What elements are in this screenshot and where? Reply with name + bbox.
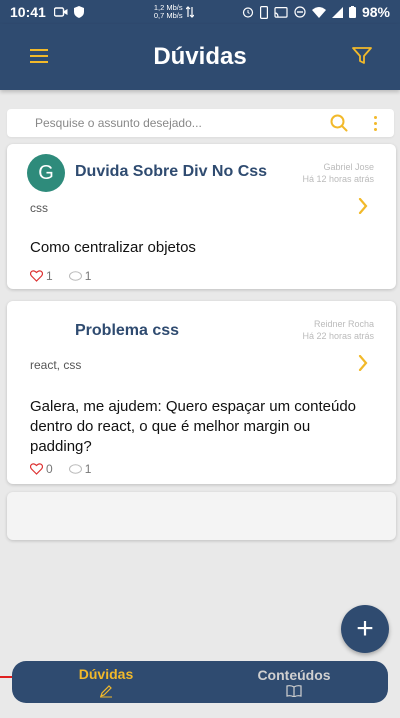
comment-count: 1 bbox=[84, 269, 92, 283]
bottom-navigation: Dúvidas Conteúdos bbox=[12, 661, 388, 703]
wifi-icon bbox=[311, 6, 326, 18]
question-stats: 1 1 bbox=[30, 269, 107, 283]
add-question-button[interactable]: + bbox=[341, 605, 389, 653]
placeholder-card bbox=[7, 492, 396, 540]
comment-icon[interactable] bbox=[68, 463, 82, 475]
comment-icon[interactable] bbox=[68, 270, 82, 282]
battery-percentage: 98% bbox=[361, 4, 390, 20]
question-body: Como centralizar objetos bbox=[30, 239, 196, 256]
search-input[interactable]: Pesquise o assunto desejado... bbox=[35, 116, 202, 130]
pencil-icon bbox=[100, 685, 112, 698]
question-card[interactable]: Problema css Reidner Rocha Há 22 horas a… bbox=[7, 301, 396, 484]
search-bar[interactable]: Pesquise o assunto desejado... bbox=[7, 109, 394, 137]
comment-count: 1 bbox=[84, 462, 92, 476]
avatar: G bbox=[27, 154, 65, 192]
heart-icon[interactable] bbox=[30, 463, 43, 475]
video-icon bbox=[53, 7, 68, 17]
question-card[interactable]: G Duvida Sobre Div No Css Gabriel Jose H… bbox=[7, 144, 396, 289]
alarm-icon bbox=[242, 7, 254, 18]
network-speed: 1,2 Mb/s 0,7 Mb/s bbox=[153, 3, 183, 20]
book-icon bbox=[286, 685, 302, 697]
chevron-right-icon[interactable] bbox=[358, 198, 368, 214]
phone-icon bbox=[259, 5, 268, 19]
search-icon[interactable] bbox=[330, 114, 348, 132]
question-stats: 0 1 bbox=[30, 462, 107, 476]
question-author: Gabriel Jose bbox=[323, 162, 374, 172]
filter-icon[interactable] bbox=[352, 47, 372, 65]
question-title: Duvida Sobre Div No Css bbox=[75, 163, 268, 180]
battery-icon bbox=[348, 6, 356, 18]
question-author: Reidner Rocha bbox=[313, 319, 374, 329]
question-tags: react, css bbox=[30, 358, 82, 372]
nav-item-duvidas[interactable]: Dúvidas bbox=[12, 661, 200, 703]
shield-icon bbox=[73, 6, 84, 18]
question-title: Problema css bbox=[75, 322, 180, 339]
menu-icon[interactable] bbox=[30, 49, 48, 67]
transfer-arrows-icon bbox=[185, 6, 194, 18]
question-time: Há 12 horas atrás bbox=[302, 174, 374, 184]
app-bar: Dúvidas bbox=[0, 24, 400, 90]
nav-item-label: Dúvidas bbox=[78, 666, 134, 682]
question-tags: css bbox=[30, 201, 48, 215]
signal-icon bbox=[331, 6, 343, 18]
cast-icon bbox=[274, 6, 288, 18]
like-count: 1 bbox=[46, 269, 53, 283]
status-time: 10:41 bbox=[10, 4, 46, 20]
heart-icon[interactable] bbox=[30, 270, 43, 282]
question-time: Há 22 horas atrás bbox=[302, 331, 374, 341]
like-count: 0 bbox=[46, 462, 53, 476]
more-options-icon[interactable] bbox=[374, 116, 377, 131]
do-not-disturb-icon bbox=[294, 6, 306, 18]
status-bar: 10:41 1,2 Mb/s 0,7 Mb/s 98% bbox=[0, 0, 400, 24]
question-body: Galera, me ajudem: Quero espaçar um cont… bbox=[30, 398, 357, 455]
page-title: Dúvidas bbox=[153, 43, 247, 70]
nav-item-label: Conteúdos bbox=[257, 667, 331, 683]
nav-item-conteudos[interactable]: Conteúdos bbox=[200, 661, 388, 703]
chevron-right-icon[interactable] bbox=[358, 355, 368, 371]
